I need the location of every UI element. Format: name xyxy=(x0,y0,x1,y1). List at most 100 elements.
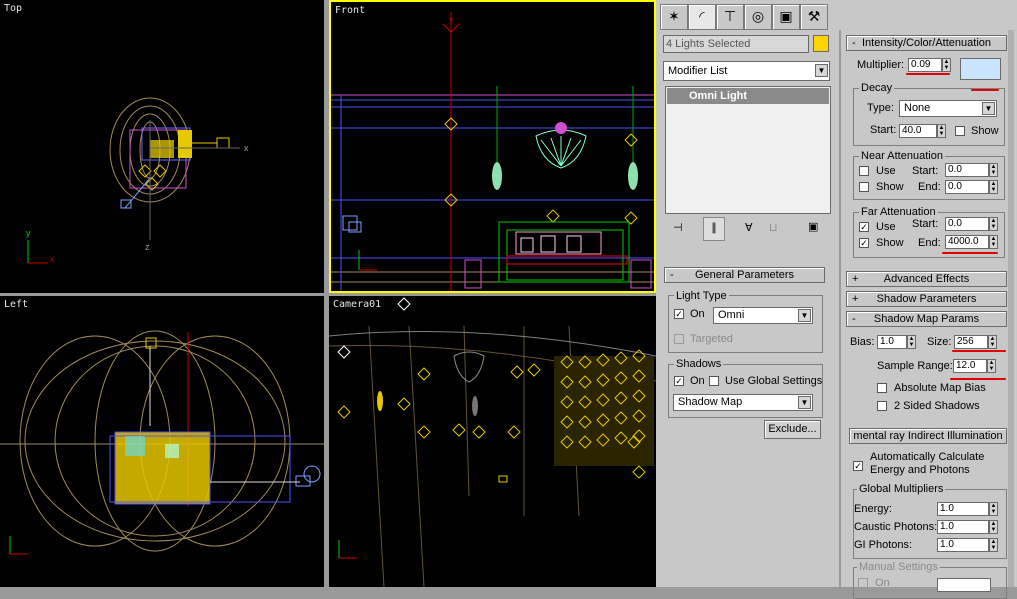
viewport-label: Left xyxy=(4,299,29,310)
near-show-checkbox[interactable] xyxy=(859,182,869,192)
size-field[interactable]: 256 xyxy=(954,335,988,349)
display-tab[interactable]: ▣ xyxy=(772,4,800,30)
size-label: Size: xyxy=(927,336,952,348)
command-panel: ✶ ◜ ⊤ ◎ ▣ ⚒ 4 Lights Selected Modifier L… xyxy=(656,0,1017,599)
decay-type-dropdown[interactable]: None ▼ xyxy=(899,100,997,117)
far-start-label: Start: xyxy=(912,218,939,230)
viewport-top[interactable]: x z y x Top xyxy=(0,0,324,293)
create-tab[interactable]: ✶ xyxy=(660,4,688,30)
caustic-photons-field[interactable]: 1.0 xyxy=(937,520,989,534)
exclude-button[interactable]: Exclude... xyxy=(764,420,821,439)
viewport-left[interactable]: Left xyxy=(0,296,324,587)
manual-on-label: On xyxy=(875,577,890,589)
far-end-spinner[interactable]: ▲ ▼ xyxy=(989,235,998,249)
energy-field[interactable]: 1.0 xyxy=(937,502,989,516)
configure-sets-icon[interactable]: ▣ xyxy=(808,220,818,233)
viewport-label: Camera01 xyxy=(333,299,382,310)
annotation-underline xyxy=(950,378,1006,380)
two-sided-shadows-checkbox[interactable] xyxy=(877,401,887,411)
viewport-camera[interactable]: Camera01 xyxy=(329,296,656,587)
caustic-photons-label: Caustic Photons: xyxy=(854,521,938,533)
near-end-spinner[interactable]: ▲ ▼ xyxy=(989,180,998,194)
utilities-tab[interactable]: ⚒ xyxy=(800,4,828,30)
sample-range-spinner[interactable]: ▲ ▼ xyxy=(987,359,996,373)
far-start-spinner[interactable]: ▲ ▼ xyxy=(989,217,998,231)
absolute-map-bias-checkbox[interactable] xyxy=(877,383,887,393)
light-color-swatch[interactable] xyxy=(960,58,1001,80)
decay-show-checkbox[interactable] xyxy=(955,126,965,136)
near-use-checkbox[interactable] xyxy=(859,166,869,176)
sample-range-field[interactable]: 12.0 xyxy=(953,359,987,373)
viewport-front[interactable]: y Front xyxy=(329,0,656,293)
decay-start-field[interactable]: 40.0 xyxy=(899,124,937,138)
pin-stack-icon[interactable]: ⊣ xyxy=(673,221,683,234)
use-global-settings-checkbox[interactable] xyxy=(709,376,719,386)
caustic-photons-spinner[interactable]: ▲ ▼ xyxy=(989,520,998,534)
object-color-swatch[interactable] xyxy=(813,35,829,52)
hierarchy-tab[interactable]: ⊤ xyxy=(716,4,744,30)
mental-ray-rollout[interactable]: mental ray Indirect Illumination xyxy=(849,428,1007,444)
bias-spinner[interactable]: ▲ ▼ xyxy=(907,335,916,349)
chevron-down-icon[interactable]: ▼ xyxy=(798,309,811,322)
light-on-label: On xyxy=(690,308,705,320)
shadow-type-dropdown[interactable]: Shadow Map ▼ xyxy=(673,394,813,411)
shadow-parameters-rollout[interactable]: + Shadow Parameters xyxy=(846,291,1007,307)
stack-toolbar: ⊣ ∥ ∀ ⊔ ▣ xyxy=(665,217,829,241)
modifier-stack[interactable]: Omni Light xyxy=(665,86,831,214)
make-unique-icon[interactable]: ∀ xyxy=(745,221,753,234)
near-show-label: Show xyxy=(876,181,904,193)
chevron-down-icon[interactable]: ▼ xyxy=(982,102,995,115)
targeted-checkbox[interactable] xyxy=(674,334,684,344)
gi-photons-spinner[interactable]: ▲ ▼ xyxy=(989,538,998,552)
svg-text:y: y xyxy=(26,228,31,238)
energy-spinner[interactable]: ▲ ▼ xyxy=(989,502,998,516)
decay-start-label: Start: xyxy=(870,124,897,136)
far-end-label: End: xyxy=(918,237,941,249)
near-end-field[interactable]: 0.0 xyxy=(945,180,989,194)
far-attenuation-label: Far Attenuation xyxy=(859,206,938,218)
near-start-spinner[interactable]: ▲ ▼ xyxy=(989,163,998,177)
light-type-dropdown[interactable]: Omni ▼ xyxy=(713,307,813,324)
near-start-field[interactable]: 0.0 xyxy=(945,163,989,177)
size-spinner[interactable]: ▲ ▼ xyxy=(988,335,997,349)
show-end-result-icon[interactable]: ∥ xyxy=(703,217,725,241)
create-icon: ✶ xyxy=(668,8,680,24)
far-use-checkbox[interactable]: ✓ xyxy=(859,222,869,232)
svg-text:z: z xyxy=(145,242,150,252)
decay-start-spinner[interactable]: ▲ ▼ xyxy=(937,124,946,138)
chevron-down-icon[interactable]: ▼ xyxy=(815,64,828,77)
stack-item-omni-light[interactable]: Omni Light xyxy=(667,88,829,104)
decay-show-label: Show xyxy=(971,125,999,137)
modifier-list-dropdown[interactable]: Modifier List ▼ xyxy=(663,61,830,81)
panel-scrollbar[interactable] xyxy=(1008,30,1014,587)
manual-color-swatch[interactable] xyxy=(937,578,991,592)
utilities-icon: ⚒ xyxy=(807,8,821,24)
intensity-rollout[interactable]: - Intensity/Color/Attenuation xyxy=(846,35,1007,51)
gi-photons-label: GI Photons: xyxy=(854,539,913,551)
general-parameters-rollout[interactable]: - General Parameters xyxy=(664,267,825,283)
selection-name-field[interactable]: 4 Lights Selected xyxy=(663,35,809,53)
shadows-on-checkbox[interactable]: ✓ xyxy=(674,376,684,386)
modify-tab[interactable]: ◜ xyxy=(688,4,716,30)
auto-calculate-checkbox[interactable]: ✓ xyxy=(853,461,863,471)
panel-scroll-divider[interactable] xyxy=(839,30,841,587)
motion-tab[interactable]: ◎ xyxy=(744,4,772,30)
front-view-scene: y xyxy=(331,12,654,291)
gi-photons-field[interactable]: 1.0 xyxy=(937,538,989,552)
near-attenuation-label: Near Attenuation xyxy=(859,150,945,162)
far-end-field[interactable]: 4000.0 xyxy=(945,235,989,249)
multiplier-spinner[interactable]: ▲ ▼ xyxy=(942,58,951,72)
remove-modifier-icon[interactable]: ⊔ xyxy=(769,221,778,234)
far-show-checkbox[interactable]: ✓ xyxy=(859,238,869,248)
absolute-map-bias-label: Absolute Map Bias xyxy=(894,382,986,394)
chevron-down-icon[interactable]: ▼ xyxy=(798,396,811,409)
light-on-checkbox[interactable]: ✓ xyxy=(674,309,684,319)
far-show-label: Show xyxy=(876,237,904,249)
far-start-field[interactable]: 0.0 xyxy=(945,217,989,231)
shadow-map-params-rollout[interactable]: - Shadow Map Params xyxy=(846,311,1007,327)
modifier-list-label: Modifier List xyxy=(668,65,728,77)
multiplier-field[interactable]: 0.09 xyxy=(908,58,942,72)
bias-field[interactable]: 1.0 xyxy=(877,335,907,349)
shadows-on-label: On xyxy=(690,375,705,387)
advanced-effects-rollout[interactable]: + Advanced Effects xyxy=(846,271,1007,287)
